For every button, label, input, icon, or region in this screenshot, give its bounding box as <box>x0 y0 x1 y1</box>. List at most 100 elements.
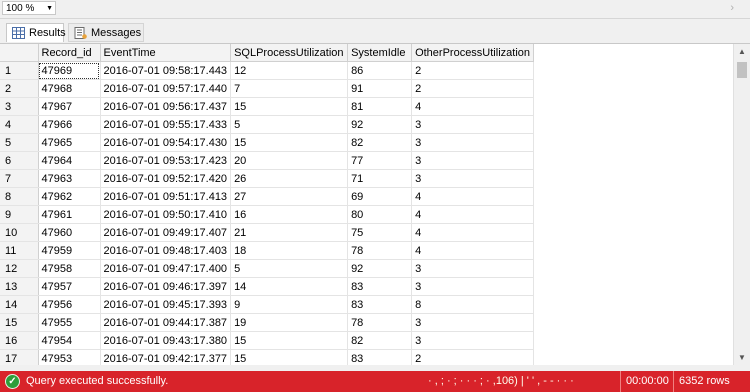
table-cell[interactable]: 19 <box>230 313 349 332</box>
table-row[interactable]: 16 47954 2016-07-01 09:43:17.380 15 82 3 <box>0 331 534 350</box>
table-cell[interactable]: 2016-07-01 09:52:17.420 <box>100 169 232 188</box>
table-cell[interactable]: 47958 <box>38 259 101 278</box>
row-number[interactable]: 3 <box>0 97 39 116</box>
column-header[interactable]: SystemIdle <box>347 44 413 62</box>
table-row[interactable]: 9 47961 2016-07-01 09:50:17.410 16 80 4 <box>0 205 534 224</box>
table-cell[interactable]: 9 <box>230 295 349 314</box>
table-cell[interactable]: 86 <box>347 61 413 80</box>
scroll-up-icon[interactable]: ▲ <box>734 44 750 60</box>
table-cell[interactable]: 2016-07-01 09:56:17.437 <box>100 97 232 116</box>
table-cell[interactable]: 18 <box>230 241 349 260</box>
table-cell[interactable]: 83 <box>347 295 413 314</box>
table-cell[interactable]: 47954 <box>38 331 101 350</box>
table-row[interactable]: 2 47968 2016-07-01 09:57:17.440 7 91 2 <box>0 79 534 98</box>
table-cell[interactable]: 47955 <box>38 313 101 332</box>
table-cell[interactable]: 12 <box>230 61 349 80</box>
table-cell[interactable]: 2016-07-01 09:43:17.380 <box>100 331 232 350</box>
table-cell[interactable]: 15 <box>230 97 349 116</box>
row-number[interactable]: 1 <box>0 61 39 80</box>
table-cell[interactable]: 91 <box>347 79 413 98</box>
table-cell[interactable]: 3 <box>411 115 534 134</box>
row-number[interactable]: 15 <box>0 313 39 332</box>
scroll-right-icon[interactable]: › <box>730 2 734 14</box>
table-row[interactable]: 11 47959 2016-07-01 09:48:17.403 18 78 4 <box>0 241 534 260</box>
column-header[interactable]: SQLProcessUtilization <box>230 44 349 62</box>
table-cell[interactable]: 2016-07-01 09:46:17.397 <box>100 277 232 296</box>
table-cell[interactable]: 2016-07-01 09:48:17.403 <box>100 241 232 260</box>
table-cell[interactable]: 16 <box>230 205 349 224</box>
table-row[interactable]: 8 47962 2016-07-01 09:51:17.413 27 69 4 <box>0 187 534 206</box>
scroll-thumb[interactable] <box>737 62 747 78</box>
vertical-scrollbar[interactable]: ▲ ▼ <box>733 44 750 366</box>
table-cell[interactable]: 2016-07-01 09:47:17.400 <box>100 259 232 278</box>
tab-results[interactable]: Results <box>6 23 66 42</box>
table-cell[interactable]: 3 <box>411 169 534 188</box>
table-cell[interactable]: 47956 <box>38 295 101 314</box>
table-cell[interactable]: 2016-07-01 09:58:17.443 <box>100 61 232 80</box>
table-row[interactable]: 13 47957 2016-07-01 09:46:17.397 14 83 3 <box>0 277 534 296</box>
table-cell[interactable]: 2016-07-01 09:55:17.433 <box>100 115 232 134</box>
table-cell[interactable]: 71 <box>347 169 413 188</box>
tab-messages[interactable]: Messages <box>68 23 144 42</box>
table-cell[interactable]: 47960 <box>38 223 101 242</box>
column-header[interactable]: OtherProcessUtilization <box>411 44 534 62</box>
horizontal-scrollbar[interactable]: › <box>62 2 734 15</box>
table-cell[interactable]: 47957 <box>38 277 101 296</box>
table-cell[interactable]: 82 <box>347 133 413 152</box>
zoom-dropdown[interactable]: 100 % ▼ <box>2 1 56 15</box>
table-cell[interactable]: 4 <box>411 223 534 242</box>
table-cell[interactable]: 2016-07-01 09:57:17.440 <box>100 79 232 98</box>
row-number[interactable]: 11 <box>0 241 39 260</box>
table-cell[interactable]: 7 <box>230 79 349 98</box>
table-cell[interactable]: 15 <box>230 331 349 350</box>
table-cell[interactable]: 3 <box>411 151 534 170</box>
table-cell[interactable]: 5 <box>230 259 349 278</box>
row-number[interactable]: 2 <box>0 79 39 98</box>
table-cell[interactable]: 3 <box>411 133 534 152</box>
table-cell[interactable]: 26 <box>230 169 349 188</box>
table-row[interactable]: 4 47966 2016-07-01 09:55:17.433 5 92 3 <box>0 115 534 134</box>
row-number[interactable]: 13 <box>0 277 39 296</box>
table-cell[interactable]: 47965 <box>38 133 101 152</box>
table-cell[interactable]: 69 <box>347 187 413 206</box>
table-cell[interactable]: 80 <box>347 205 413 224</box>
row-number[interactable]: 4 <box>0 115 39 134</box>
table-cell[interactable]: 3 <box>411 331 534 350</box>
column-header[interactable]: Record_id <box>38 44 101 62</box>
table-cell[interactable]: 21 <box>230 223 349 242</box>
row-number[interactable]: 5 <box>0 133 39 152</box>
table-cell[interactable]: 4 <box>411 187 534 206</box>
table-cell[interactable]: 47969 <box>38 61 101 80</box>
table-cell[interactable]: 3 <box>411 313 534 332</box>
table-cell[interactable]: 47966 <box>38 115 101 134</box>
table-row[interactable]: 14 47956 2016-07-01 09:45:17.393 9 83 8 <box>0 295 534 314</box>
row-number[interactable]: 9 <box>0 205 39 224</box>
table-cell[interactable]: 83 <box>347 277 413 296</box>
table-cell[interactable]: 2016-07-01 09:50:17.410 <box>100 205 232 224</box>
table-cell[interactable]: 27 <box>230 187 349 206</box>
table-cell[interactable]: 81 <box>347 97 413 116</box>
table-cell[interactable]: 2016-07-01 09:53:17.423 <box>100 151 232 170</box>
table-row[interactable]: 6 47964 2016-07-01 09:53:17.423 20 77 3 <box>0 151 534 170</box>
table-cell[interactable]: 47961 <box>38 205 101 224</box>
table-row[interactable]: 7 47963 2016-07-01 09:52:17.420 26 71 3 <box>0 169 534 188</box>
row-number-header[interactable] <box>0 44 39 62</box>
table-cell[interactable]: 78 <box>347 313 413 332</box>
table-row[interactable]: 1 47969 2016-07-01 09:58:17.443 12 86 2 <box>0 61 534 80</box>
table-cell[interactable]: 20 <box>230 151 349 170</box>
scroll-down-icon[interactable]: ▼ <box>734 350 750 366</box>
table-cell[interactable]: 47964 <box>38 151 101 170</box>
table-cell[interactable]: 8 <box>411 295 534 314</box>
row-number[interactable]: 6 <box>0 151 39 170</box>
table-cell[interactable]: 47962 <box>38 187 101 206</box>
table-cell[interactable]: 4 <box>411 241 534 260</box>
table-cell[interactable]: 2016-07-01 09:44:17.387 <box>100 313 232 332</box>
table-cell[interactable]: 14 <box>230 277 349 296</box>
row-number[interactable]: 14 <box>0 295 39 314</box>
table-cell[interactable]: 15 <box>230 133 349 152</box>
table-cell[interactable]: 3 <box>411 277 534 296</box>
table-row[interactable]: 3 47967 2016-07-01 09:56:17.437 15 81 4 <box>0 97 534 116</box>
table-cell[interactable]: 78 <box>347 241 413 260</box>
table-row[interactable]: 15 47955 2016-07-01 09:44:17.387 19 78 3 <box>0 313 534 332</box>
table-cell[interactable]: 2016-07-01 09:49:17.407 <box>100 223 232 242</box>
